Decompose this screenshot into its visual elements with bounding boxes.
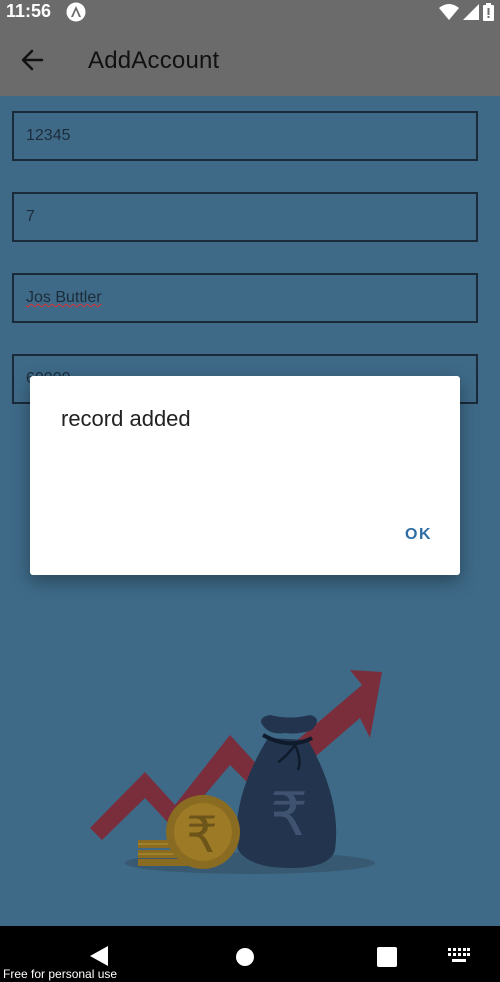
nav-recents-icon[interactable] <box>377 947 397 967</box>
watermark-text: Free for personal use <box>3 967 118 981</box>
alert-dialog: record added OK <box>30 376 460 575</box>
ok-button[interactable]: OK <box>405 526 432 544</box>
dialog-message: record added <box>61 406 191 431</box>
nav-back-icon[interactable] <box>88 945 110 967</box>
keyboard-icon[interactable] <box>448 948 470 964</box>
nav-home-icon[interactable] <box>236 948 254 966</box>
